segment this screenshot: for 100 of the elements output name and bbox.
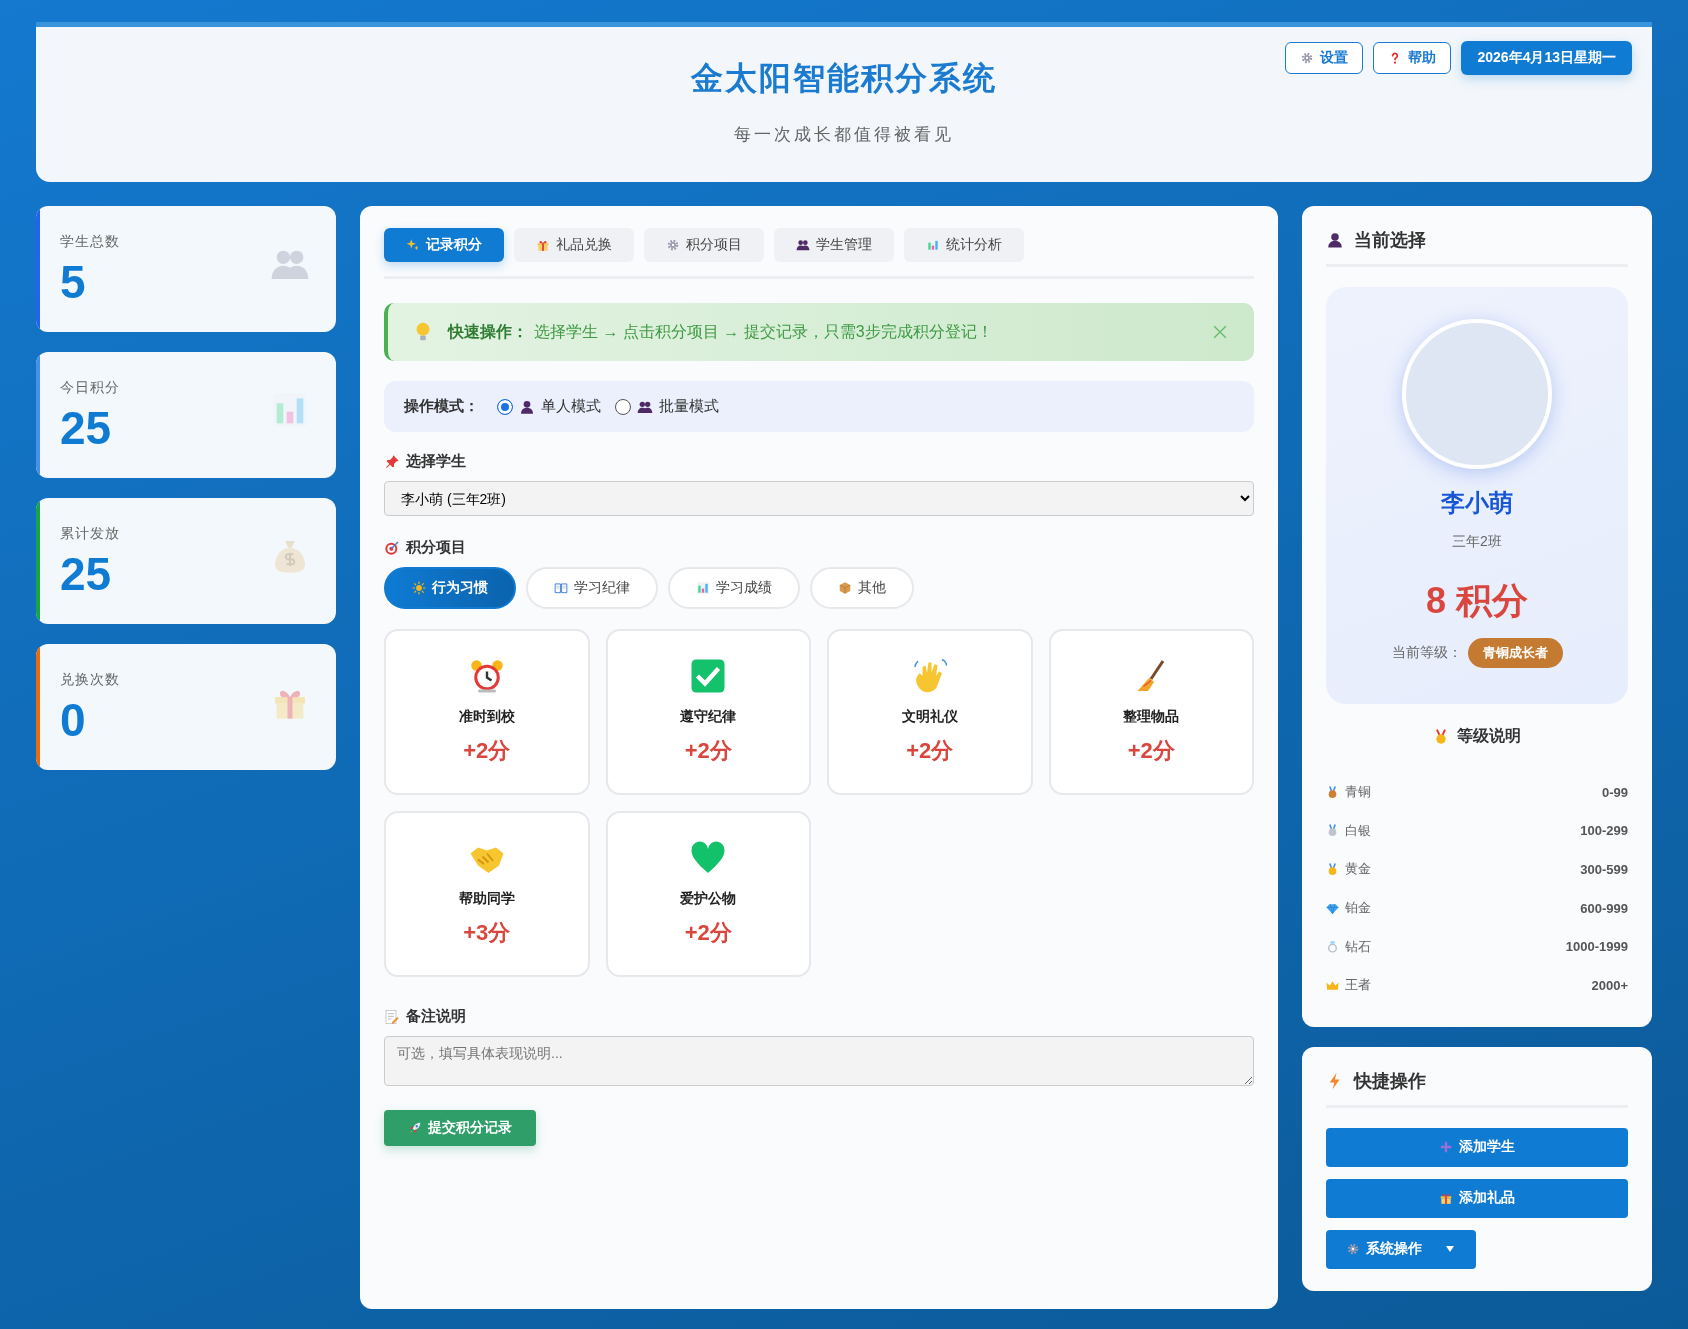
item-name: 帮助同学 — [458, 890, 515, 908]
gear-icon — [666, 238, 680, 252]
level-range: 300-599 — [1580, 862, 1628, 877]
level-label: 当前等级： — [1391, 644, 1462, 662]
category-pill[interactable]: 学习纪律 — [526, 567, 658, 609]
person-icon — [519, 398, 535, 415]
level-name: 铂金 — [1345, 899, 1372, 918]
item-points: +2分 — [463, 737, 511, 765]
header-button[interactable]: 帮助 — [1373, 42, 1452, 74]
tab[interactable]: 积分项目 — [644, 228, 764, 262]
target-icon — [384, 539, 400, 556]
stat-label: 今日积分 — [60, 379, 121, 397]
date-badge: 2026年4月13日星期一 — [1461, 41, 1632, 75]
section-label: 积分项目 — [406, 538, 466, 557]
waving-hand-icon — [911, 658, 948, 694]
category-pill[interactable]: 行为习惯 — [384, 567, 516, 609]
radio-label: 批量模式 — [659, 397, 719, 416]
settings-icon — [1300, 51, 1315, 65]
radio-button[interactable] — [615, 398, 631, 415]
app-subtitle: 每一次成长都值得被看见 — [734, 124, 954, 146]
crown-icon — [1326, 978, 1339, 992]
points-item-card[interactable]: 帮助同学 +3分 — [384, 811, 590, 977]
card-title: 当前选择 — [1354, 229, 1426, 252]
stat-value: 0 — [60, 697, 87, 743]
points-item-card[interactable]: 爱护公物 +2分 — [605, 811, 811, 977]
note-field[interactable]: 可选，填写具体表现说明... — [384, 1036, 1254, 1086]
radio-label: 单人模式 — [541, 397, 601, 416]
mode-label: 操作模式： — [404, 397, 479, 416]
stat-label: 学生总数 — [60, 233, 121, 251]
item-name: 整理物品 — [1123, 708, 1180, 726]
section-label: 选择学生 — [406, 452, 466, 471]
book-icon — [554, 581, 568, 595]
points-item-card[interactable]: 文明礼仪 +2分 — [827, 629, 1033, 795]
action-button[interactable]: 添加礼品 — [1326, 1178, 1628, 1218]
level-badge: 青铜成长者 — [1467, 638, 1563, 668]
item-name: 爱护公物 — [680, 890, 737, 908]
item-points: +2分 — [684, 737, 732, 765]
memo-icon — [384, 1008, 400, 1025]
tip-text: 快速操作： 选择学生 → 点击积分项目 → 提交记录，只需3步完成积分登记！ — [448, 321, 994, 342]
level-name: 钻石 — [1345, 937, 1372, 956]
plus-icon — [1439, 1140, 1453, 1155]
diamond-icon — [1326, 901, 1339, 915]
gear-icon — [1346, 1242, 1360, 1257]
app-title: 金太阳智能积分系统 — [691, 59, 997, 98]
card-title: 快捷操作 — [1354, 1069, 1426, 1093]
level-range: 0-99 — [1601, 784, 1628, 800]
category-pill[interactable]: 其他 — [810, 567, 914, 609]
sparkles-icon — [406, 238, 420, 252]
section-label: 备注说明 — [406, 1007, 466, 1026]
rocket-icon — [408, 1121, 422, 1135]
item-name: 准时到校 — [458, 708, 515, 726]
category-pill[interactable]: 学习成绩 — [668, 567, 800, 609]
person-icon — [1326, 231, 1344, 249]
stat-label: 兑换次数 — [60, 671, 121, 689]
tab[interactable]: 学生管理 — [774, 228, 894, 262]
student-name: 李小萌 — [1441, 488, 1513, 518]
check-box-icon — [690, 658, 727, 694]
gift-icon — [536, 238, 550, 252]
stat-value: 25 — [60, 551, 113, 597]
item-points: +3分 — [463, 919, 511, 947]
item-name: 文明礼仪 — [901, 708, 958, 726]
points-item-card[interactable]: 整理物品 +2分 — [1048, 629, 1254, 795]
stat-value: 25 — [60, 405, 113, 451]
item-points: +2分 — [1127, 737, 1175, 765]
item-points: +2分 — [906, 737, 954, 765]
package-icon — [838, 581, 852, 595]
pushpin-icon — [384, 453, 400, 470]
tab[interactable]: 统计分析 — [904, 228, 1024, 262]
level-range: 1000-1999 — [1565, 939, 1628, 955]
points-item-card[interactable]: 遵守纪律 +2分 — [605, 629, 811, 795]
stat-label: 累计发放 — [60, 525, 121, 543]
item-points: +2分 — [684, 919, 732, 947]
radio-button[interactable] — [497, 398, 513, 415]
levels-title: 等级说明 — [1457, 726, 1521, 746]
gift-icon — [1439, 1191, 1453, 1206]
header-button[interactable]: 设置 — [1285, 42, 1364, 74]
action-button[interactable]: 添加学生 — [1326, 1127, 1628, 1167]
bar-chart-icon — [926, 238, 940, 252]
level-name: 青铜 — [1345, 783, 1372, 802]
bar-chart-icon — [696, 581, 710, 595]
medal-icon — [1326, 824, 1339, 838]
people-icon — [796, 238, 810, 252]
alarm-clock-icon — [468, 658, 505, 694]
heart-icon — [690, 840, 727, 876]
level-name: 王者 — [1345, 976, 1372, 995]
level-name: 白银 — [1345, 821, 1372, 840]
tab[interactable]: 记录积分 — [384, 228, 504, 262]
medal-icon — [1433, 728, 1449, 745]
tab[interactable]: 礼品兑换 — [514, 228, 634, 262]
item-name: 遵守纪律 — [680, 708, 737, 726]
points-item-card[interactable]: 准时到校 +2分 — [384, 629, 590, 795]
level-range: 2000+ — [1591, 977, 1628, 993]
student-dropdown[interactable]: 李小萌 (三年2班) — [384, 481, 1254, 516]
level-range: 100-299 — [1580, 823, 1628, 839]
student-points: 8 积分 — [1426, 579, 1528, 623]
dropdown-button[interactable]: 系统操作 — [1326, 1229, 1476, 1269]
medal-icon — [1326, 863, 1339, 876]
student-class: 三年2班 — [1452, 533, 1502, 551]
sun-icon — [412, 581, 426, 595]
level-range: 600-999 — [1580, 900, 1628, 916]
